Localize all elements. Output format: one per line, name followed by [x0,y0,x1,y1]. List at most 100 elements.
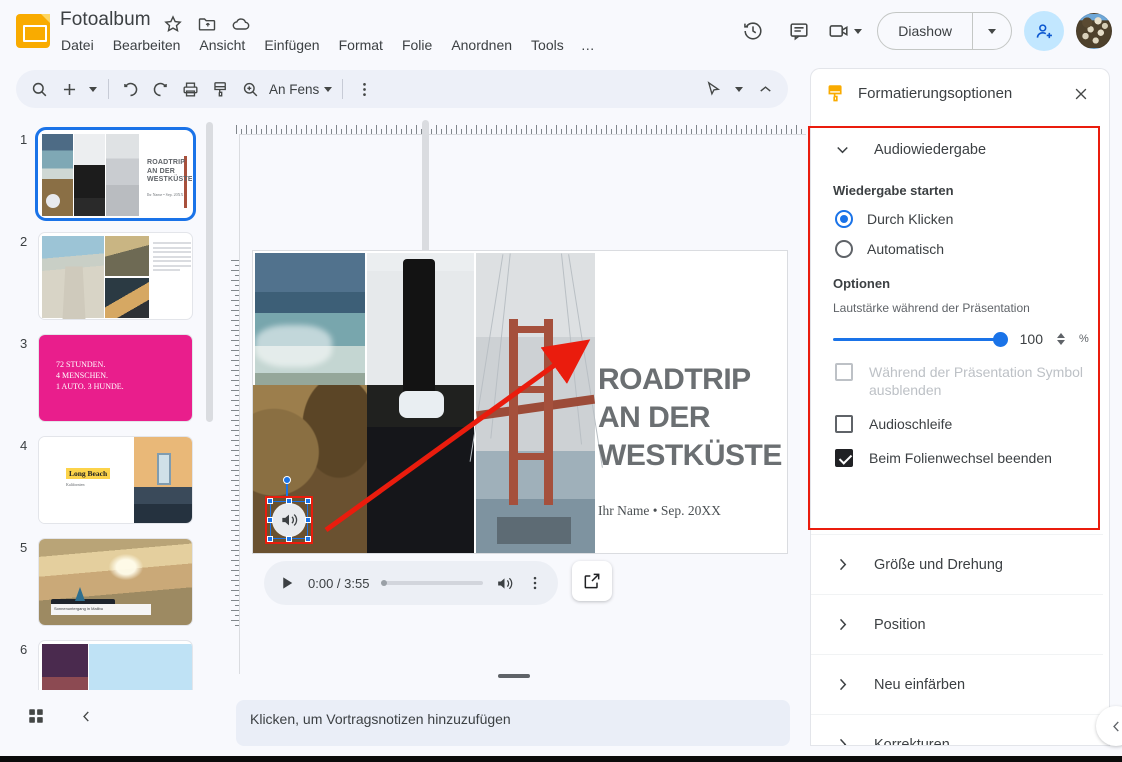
slide-thumbnail[interactable] [38,640,193,690]
checkbox-unchecked[interactable] [835,415,853,433]
player-more-vertical-icon[interactable] [526,574,544,592]
slide-thumbnail[interactable]: ROADTRIP AN DER WESTKÜSTE Ihr Name • Sep… [35,127,196,221]
search-icon[interactable] [24,74,54,104]
volume-control-row: 100 % [833,331,1109,347]
share-button[interactable] [1024,11,1064,51]
current-slide[interactable]: ROADTRIP AN DER WESTKÜSTE Ihr Name • Sep… [252,250,788,554]
filmstrip-slide-2[interactable]: 2 [20,232,193,320]
radio-durch-klicken[interactable]: Durch Klicken [835,210,1109,228]
speaker-notes-input[interactable]: Klicken, um Vortragsnotizen hinzuzufügen [236,700,790,746]
menu-anordnen[interactable]: Anordnen [449,36,514,54]
filmstrip-slide-4[interactable]: 4 Long Beach Kalifornien [20,436,193,524]
audio-section-header[interactable]: Audiowiedergabe [811,118,1109,159]
cursor-dropdown-chevron-down-icon[interactable] [730,74,748,104]
radio-automatisch[interactable]: Automatisch [835,240,1109,258]
slideshow-dropdown-button[interactable] [973,13,1011,49]
close-icon[interactable] [1067,80,1095,108]
menu-datei[interactable]: Datei [59,36,96,54]
slide-thumbnail[interactable]: Long Beach Kalifornien [38,436,193,524]
radio-button-selected[interactable] [835,210,853,228]
meet-camera-button[interactable] [825,11,865,51]
slide-title[interactable]: ROADTRIP AN DER WESTKÜSTE [598,361,782,475]
star-icon[interactable] [163,14,183,34]
filmstrip-slide-5[interactable]: 5 Sonnenuntergang in Malibu [20,538,193,626]
document-title[interactable]: Fotoalbum [60,9,151,31]
toolbar-more-vertical-icon[interactable] [349,74,379,104]
move-to-folder-icon[interactable] [197,14,217,34]
paint-format-icon[interactable] [205,74,235,104]
volume-value[interactable]: 100 [1015,331,1043,347]
grid-view-icon[interactable] [18,698,54,734]
slide-title-line-3: WESTKÜSTE [598,439,782,472]
volume-icon[interactable] [495,574,514,593]
section-label: Position [874,616,926,633]
menu-einfuegen[interactable]: Einfügen [262,36,321,54]
select-cursor-icon[interactable] [698,74,728,104]
audio-playback-section: Audiowiedergabe Wiedergabe starten Durch… [811,118,1109,524]
panel-body[interactable]: Audiowiedergabe Wiedergabe starten Durch… [810,118,1110,746]
collapse-filmstrip-chevron-left-icon[interactable] [68,698,104,734]
checkbox-audioschleife[interactable]: Audioschleife [835,415,1109,433]
section-korrekturen[interactable]: Korrekturen [811,714,1103,745]
volume-slider-knob[interactable] [993,331,1008,347]
avatar[interactable] [1076,13,1112,49]
thumb-title: Long Beach [66,468,111,479]
menu-overflow[interactable]: … [581,37,595,53]
version-history-icon[interactable] [733,11,773,51]
slides-app-window: Fotoalbum Datei Bearbeiten Ansicht Einfü… [0,0,1122,762]
checkbox-hide-icon-during-presentation[interactable]: Während der Präsentation Symbol ausblend… [835,363,1109,399]
notes-resize-handle[interactable] [498,674,530,678]
undo-icon[interactable] [115,74,145,104]
slide-image-golden-gate-bridge[interactable] [469,253,604,553]
filmstrip-slide-1[interactable]: 1 ROADTRIP AN DER WESTKÜSTE Ihr Name • S… [20,127,196,221]
stepper-down-icon[interactable] [1057,340,1065,345]
selected-audio-object[interactable] [265,476,313,544]
zoom-level-dropdown[interactable]: An Fens [265,82,336,97]
menu-bearbeiten[interactable]: Bearbeiten [111,36,183,54]
menu-tools[interactable]: Tools [529,36,566,54]
annotation-highlight-box [265,496,313,544]
collapse-toolbar-chevron-up-icon[interactable] [750,74,780,104]
volume-unit: % [1079,333,1089,345]
menu-folie[interactable]: Folie [400,36,434,54]
checkbox-checked[interactable] [835,449,853,467]
slide-thumbnail[interactable]: Sonnenuntergang in Malibu [38,538,193,626]
play-icon[interactable] [278,574,296,592]
stepper-up-icon[interactable] [1057,333,1065,338]
slide-image-legs-shoes[interactable] [367,253,474,553]
rotation-handle[interactable] [283,476,291,484]
radio-label: Automatisch [867,241,945,257]
section-groesse-und-drehung[interactable]: Größe und Drehung [811,534,1103,594]
slide-title-line-1: ROADTRIP [598,363,751,396]
new-slide-dropdown-chevron-down-icon[interactable] [84,74,102,104]
filmstrip-slide-6[interactable]: 6 [20,640,193,690]
thumb-image [106,134,192,216]
slide-thumbnail[interactable] [38,232,193,320]
new-slide-plus-icon[interactable] [54,74,84,104]
horizontal-ruler [236,120,806,134]
comment-icon[interactable] [779,11,819,51]
open-in-new-icon[interactable] [572,561,612,601]
panel-header: Formatierungsoptionen [810,68,1110,118]
filmstrip-slide-3[interactable]: 3 72 STUNDEN. 4 MENSCHEN. 1 AUTO. 3 HUND… [20,334,193,422]
chevron-down-icon[interactable] [854,28,863,34]
print-icon[interactable] [175,74,205,104]
section-neu-einfaerben[interactable]: Neu einfärben [811,654,1103,714]
menu-ansicht[interactable]: Ansicht [197,36,247,54]
radio-button[interactable] [835,240,853,258]
volume-slider[interactable] [833,331,1008,347]
checkbox-stop-on-slide-change[interactable]: Beim Folienwechsel beenden [835,449,1109,467]
playback-progress-bar[interactable] [381,580,483,586]
cloud-saved-icon[interactable] [231,14,251,34]
audio-player-controls[interactable]: 0:00 / 3:55 [264,561,558,605]
menu-format[interactable]: Format [337,36,385,54]
filmstrip-scrollbar[interactable] [206,122,213,422]
slide-filmstrip[interactable]: 1 ROADTRIP AN DER WESTKÜSTE Ihr Name • S… [0,112,218,690]
redo-icon[interactable] [145,74,175,104]
zoom-icon[interactable] [235,74,265,104]
slide-subtitle[interactable]: Ihr Name • Sep. 20XX [598,503,721,519]
slide-thumbnail[interactable]: 72 STUNDEN. 4 MENSCHEN. 1 AUTO. 3 HUNDE. [38,334,193,422]
section-position[interactable]: Position [811,594,1103,654]
slideshow-button[interactable]: Diashow [878,13,972,49]
volume-stepper[interactable] [1057,333,1065,345]
